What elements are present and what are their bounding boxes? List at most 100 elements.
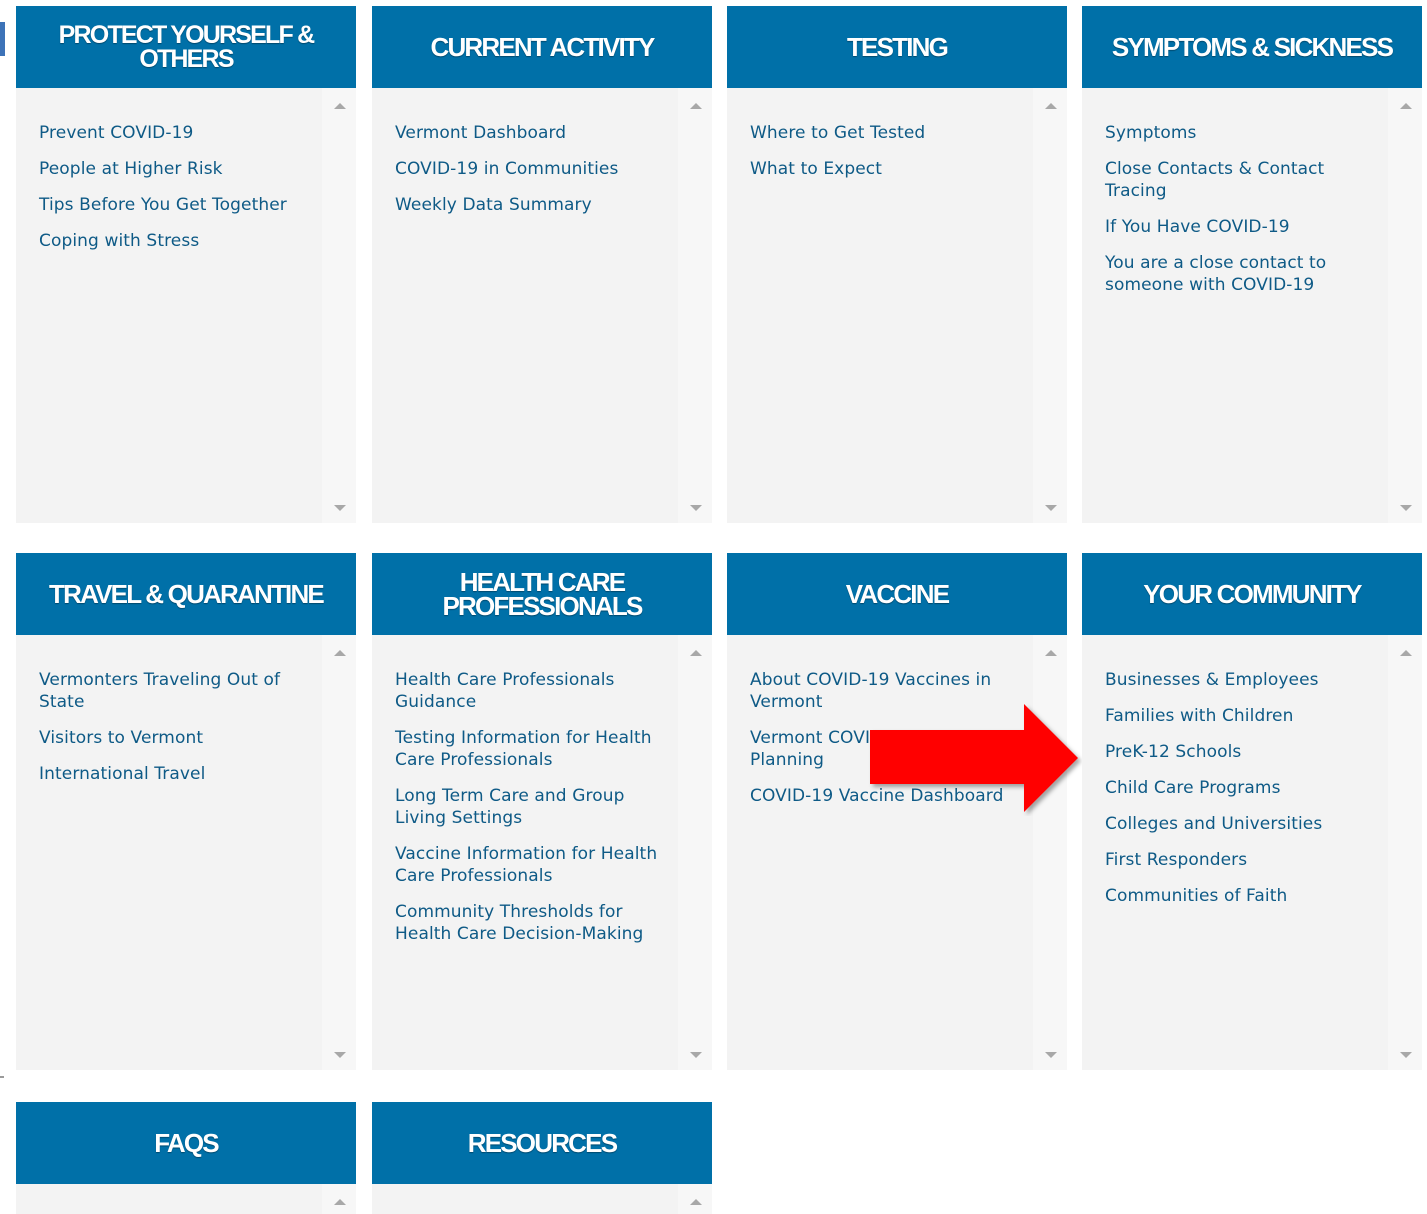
link-visitors-vermont[interactable]: Visitors to Vermont [39, 727, 316, 749]
link-coping-stress[interactable]: Coping with Stress [39, 230, 316, 252]
link-list: Symptoms Close Contacts & Contact Tracin… [1082, 88, 1422, 296]
card-travel-quarantine: TRAVEL & QUARANTINE Vermonters Traveling… [16, 553, 356, 1070]
scroll-up-icon[interactable] [1045, 650, 1057, 656]
card-body: Where to Get Tested What to Expect [727, 88, 1067, 523]
left-edge-accent [0, 22, 5, 56]
link-close-contacts[interactable]: Close Contacts & Contact Tracing [1105, 158, 1382, 202]
scroll-down-icon[interactable] [1400, 505, 1412, 511]
scrollbar[interactable] [1388, 88, 1422, 523]
card-title: SYMPTOMS & SICKNESS [1111, 32, 1394, 62]
card-protect-yourself: PROTECT YOURSELF & OTHERS Prevent COVID-… [16, 6, 356, 523]
card-body: Symptoms Close Contacts & Contact Tracin… [1082, 88, 1422, 523]
scrollbar[interactable] [1388, 635, 1422, 1070]
scrollbar[interactable] [678, 88, 712, 523]
card-header[interactable]: RESOURCES [372, 1102, 712, 1200]
scroll-up-icon[interactable] [1400, 103, 1412, 109]
link-list: Where to Get Tested What to Expect [727, 88, 1067, 180]
scroll-up-icon[interactable] [690, 1199, 702, 1205]
link-colleges-universities[interactable]: Colleges and Universities [1105, 813, 1382, 835]
card-title: YOUR COMMUNITY [1143, 579, 1362, 609]
scroll-down-icon[interactable] [1400, 1052, 1412, 1058]
link-weekly-summary[interactable]: Weekly Data Summary [395, 194, 672, 216]
link-businesses-employees[interactable]: Businesses & Employees [1105, 669, 1382, 691]
scrollbar[interactable] [322, 1184, 356, 1214]
scroll-up-icon[interactable] [334, 103, 346, 109]
scroll-up-icon[interactable] [334, 1199, 346, 1205]
card-header[interactable]: HEALTH CARE PROFESSIONALS [372, 553, 712, 651]
link-tips-get-together[interactable]: Tips Before You Get Together [39, 194, 316, 216]
scroll-up-icon[interactable] [690, 103, 702, 109]
scrollbar[interactable] [678, 1184, 712, 1214]
link-list: Vermont Dashboard COVID-19 in Communitie… [372, 88, 712, 216]
card-header[interactable]: FAQS [16, 1102, 356, 1200]
scroll-up-icon[interactable] [690, 650, 702, 656]
scrollbar[interactable] [1033, 88, 1067, 523]
link-if-you-have-covid[interactable]: If You Have COVID-19 [1105, 216, 1382, 238]
scroll-up-icon[interactable] [1045, 103, 1057, 109]
link-list: Prevent COVID-19 People at Higher Risk T… [16, 88, 356, 252]
link-list: Vermonters Traveling Out of State Visito… [16, 635, 356, 785]
card-body: Health Care Professionals Guidance Testi… [372, 635, 712, 1070]
card-your-community: YOUR COMMUNITY Businesses & Employees Fa… [1082, 553, 1422, 1070]
card-header[interactable]: SYMPTOMS & SICKNESS [1082, 6, 1422, 104]
link-hcp-testing-info[interactable]: Testing Information for Health Care Prof… [395, 727, 672, 771]
link-long-term-care[interactable]: Long Term Care and Group Living Settings [395, 785, 672, 829]
scroll-down-icon[interactable] [1045, 505, 1057, 511]
link-communities-faith[interactable]: Communities of Faith [1105, 885, 1382, 907]
card-header[interactable]: CURRENT ACTIVITY [372, 6, 712, 104]
card-title: VACCINE [845, 579, 950, 609]
scroll-up-icon[interactable] [1400, 650, 1412, 656]
link-where-tested[interactable]: Where to Get Tested [750, 122, 1027, 144]
left-edge-tick [0, 1076, 4, 1078]
red-arrow-icon [870, 704, 1078, 812]
link-symptoms[interactable]: Symptoms [1105, 122, 1382, 144]
card-current-activity: CURRENT ACTIVITY Vermont Dashboard COVID… [372, 6, 712, 523]
card-health-care-professionals: HEALTH CARE PROFESSIONALS Health Care Pr… [372, 553, 712, 1070]
link-families-children[interactable]: Families with Children [1105, 705, 1382, 727]
card-header[interactable]: YOUR COMMUNITY [1082, 553, 1422, 651]
card-body: Businesses & Employees Families with Chi… [1082, 635, 1422, 1070]
card-title: FAQS [154, 1128, 219, 1158]
scrollbar[interactable] [322, 88, 356, 523]
scroll-down-icon[interactable] [690, 505, 702, 511]
card-title: HEALTH CARE PROFESSIONALS [442, 567, 643, 621]
scroll-down-icon[interactable] [334, 505, 346, 511]
link-first-responders[interactable]: First Responders [1105, 849, 1382, 871]
link-what-to-expect[interactable]: What to Expect [750, 158, 1027, 180]
link-covid-communities[interactable]: COVID-19 in Communities [395, 158, 672, 180]
card-body [16, 1184, 356, 1214]
link-vermont-dashboard[interactable]: Vermont Dashboard [395, 122, 672, 144]
scroll-up-icon[interactable] [334, 650, 346, 656]
link-prek12-schools[interactable]: PreK-12 Schools [1105, 741, 1382, 763]
link-prevent-covid[interactable]: Prevent COVID-19 [39, 122, 316, 144]
card-header[interactable]: TRAVEL & QUARANTINE [16, 553, 356, 651]
card-faqs: FAQS [16, 1102, 356, 1214]
scrollbar[interactable] [322, 635, 356, 1070]
link-list: Health Care Professionals Guidance Testi… [372, 635, 712, 945]
card-title: PROTECT YOURSELF & OTHERS [58, 21, 315, 73]
link-international-travel[interactable]: International Travel [39, 763, 316, 785]
link-community-thresholds[interactable]: Community Thresholds for Health Care Dec… [395, 901, 672, 945]
scrollbar[interactable] [678, 635, 712, 1070]
card-testing: TESTING Where to Get Tested What to Expe… [727, 6, 1067, 523]
scroll-down-icon[interactable] [334, 1052, 346, 1058]
card-header[interactable]: PROTECT YOURSELF & OTHERS [16, 6, 356, 104]
card-body [372, 1184, 712, 1214]
card-title: CURRENT ACTIVITY [430, 32, 655, 62]
link-hcp-guidance[interactable]: Health Care Professionals Guidance [395, 669, 672, 713]
card-title: TESTING [846, 32, 949, 62]
card-header[interactable]: TESTING [727, 6, 1067, 104]
scroll-down-icon[interactable] [1045, 1052, 1057, 1058]
scroll-down-icon[interactable] [690, 1052, 702, 1058]
link-child-care[interactable]: Child Care Programs [1105, 777, 1382, 799]
card-symptoms-sickness: SYMPTOMS & SICKNESS Symptoms Close Conta… [1082, 6, 1422, 523]
link-hcp-vaccine-info[interactable]: Vaccine Information for Health Care Prof… [395, 843, 672, 887]
card-body: Prevent COVID-19 People at Higher Risk T… [16, 88, 356, 523]
card-body: Vermonters Traveling Out of State Visito… [16, 635, 356, 1070]
link-higher-risk[interactable]: People at Higher Risk [39, 158, 316, 180]
card-body: Vermont Dashboard COVID-19 in Communitie… [372, 88, 712, 523]
card-header[interactable]: VACCINE [727, 553, 1067, 651]
link-vermonters-traveling[interactable]: Vermonters Traveling Out of State [39, 669, 316, 713]
link-close-contact-someone[interactable]: You are a close contact to someone with … [1105, 252, 1382, 296]
card-title: TRAVEL & QUARANTINE [49, 579, 325, 609]
